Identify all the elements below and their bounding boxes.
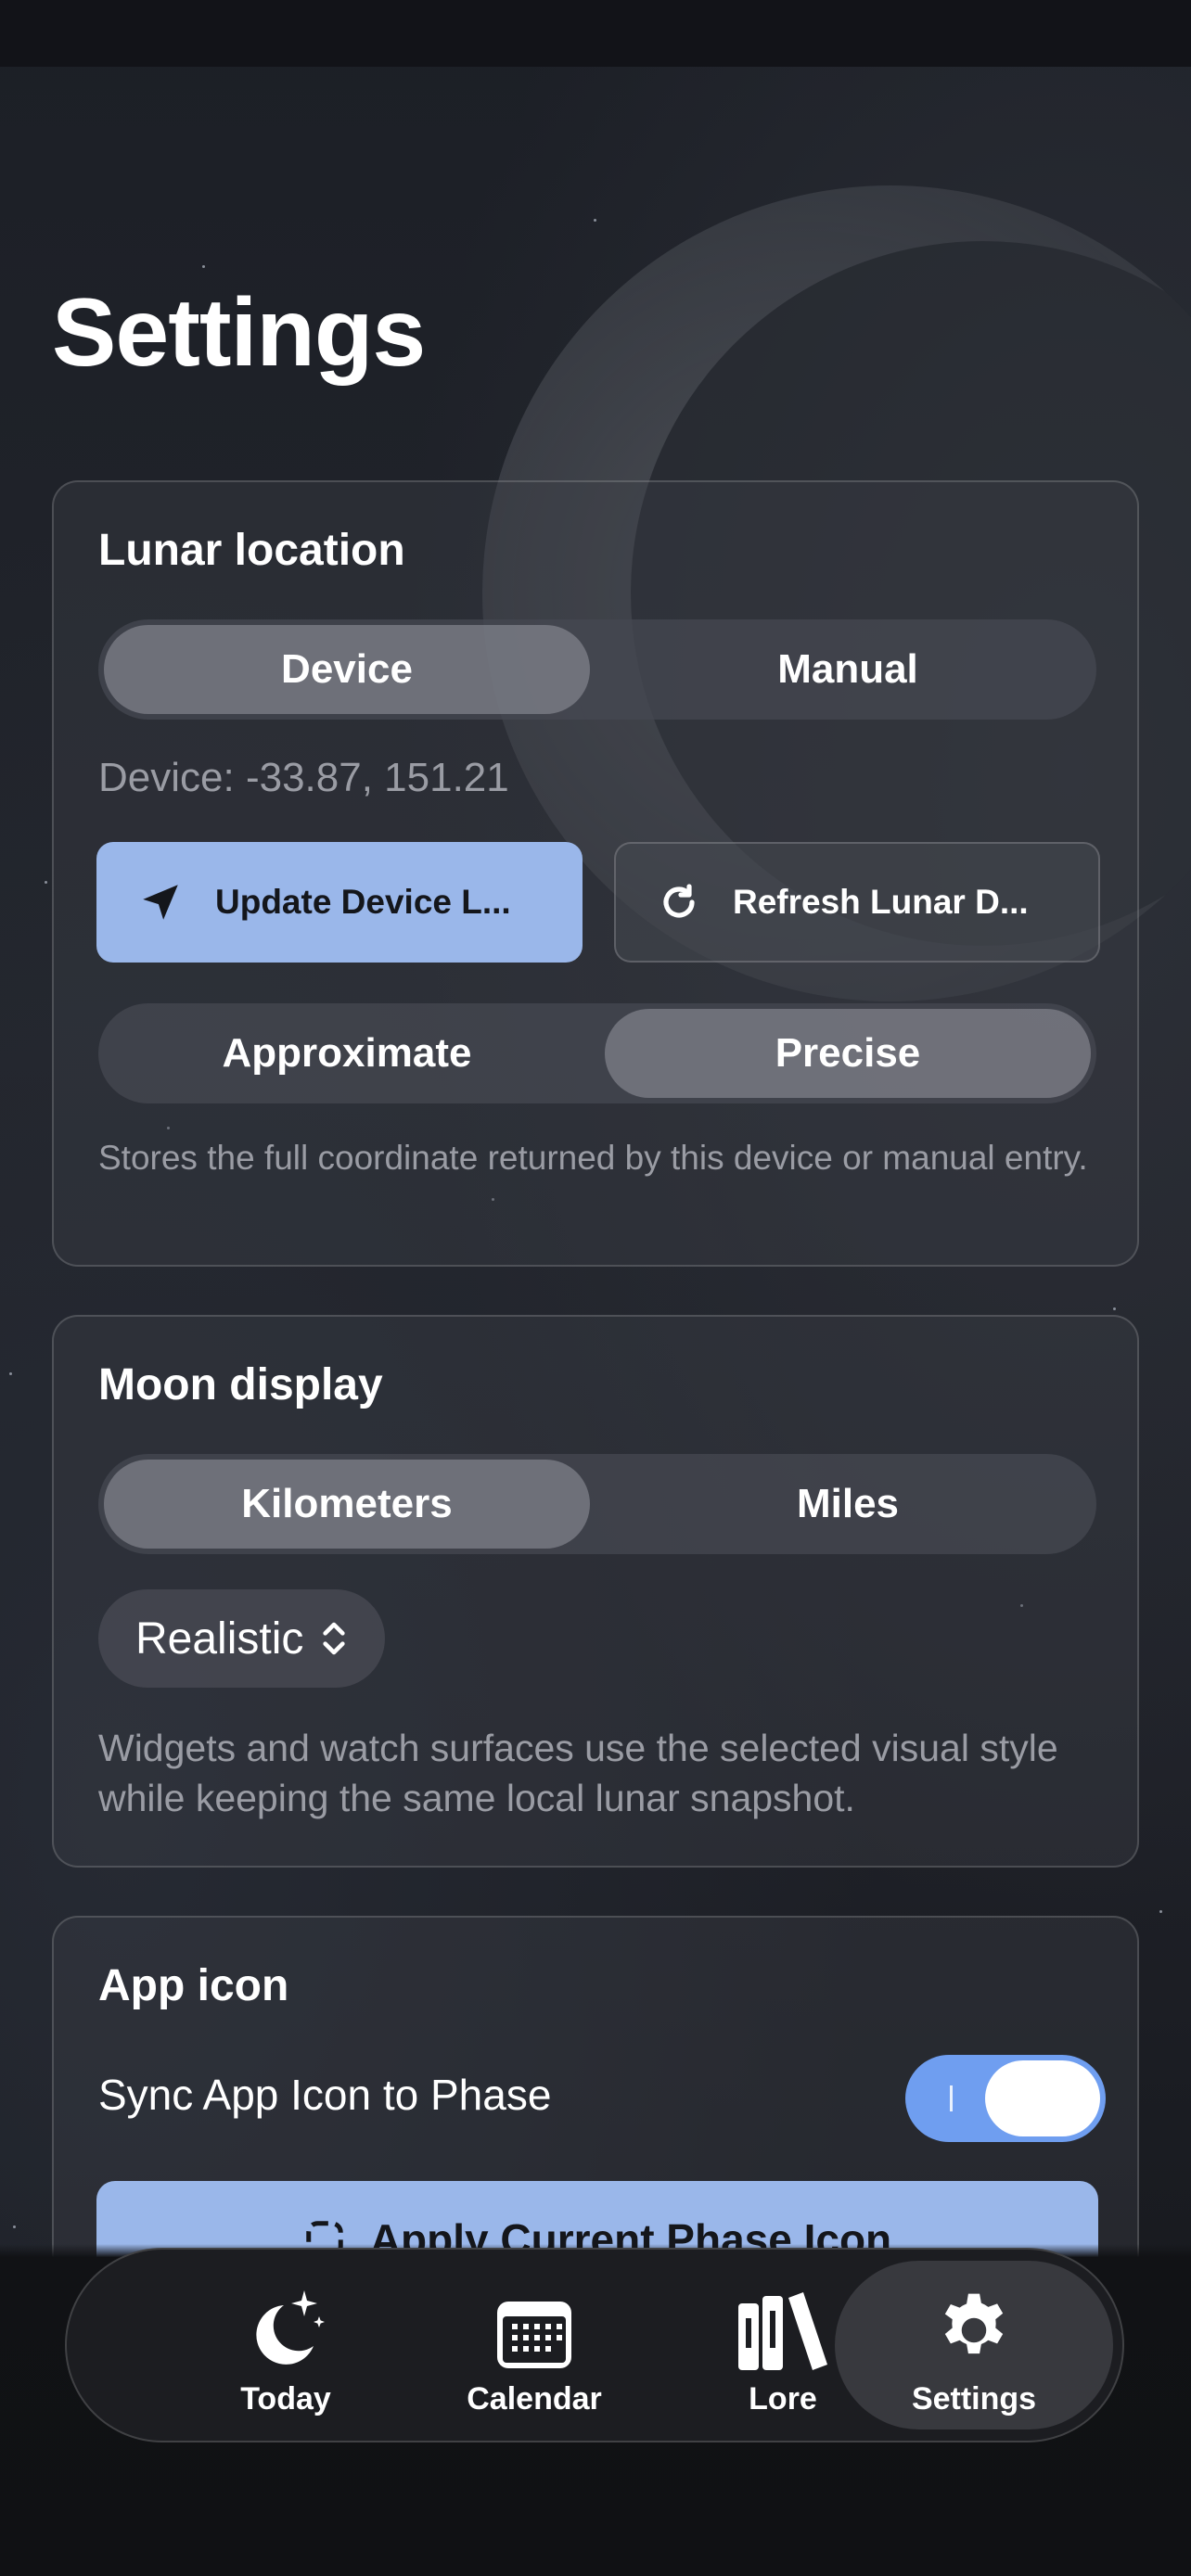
moon-stars-icon <box>256 2290 325 2365</box>
segment-miles[interactable]: Miles <box>605 1460 1091 1549</box>
location-arrow-icon <box>143 885 178 920</box>
tab-today[interactable]: Today <box>165 2261 406 2429</box>
tab-today-label: Today <box>240 2381 331 2417</box>
tab-lore-label: Lore <box>749 2381 817 2417</box>
update-device-location-label: Update Device L... <box>215 883 511 921</box>
segment-kilometers[interactable]: Kilometers <box>104 1460 590 1549</box>
lunar-location-title: Lunar location <box>98 526 405 575</box>
sync-app-icon-toggle[interactable] <box>905 2055 1106 2142</box>
segment-device[interactable]: Device <box>104 625 590 714</box>
tab-bar: Today Calendar Lore Settings <box>65 2248 1124 2442</box>
precision-segmented-control: Approximate Precise <box>98 1003 1096 1103</box>
tab-settings[interactable]: Settings <box>835 2261 1113 2429</box>
moon-style-picker[interactable]: Realistic <box>98 1589 386 1688</box>
app-icon-title: App icon <box>98 1961 289 2010</box>
moon-display-note: Widgets and watch surfaces use the selec… <box>98 1727 1058 1819</box>
tab-calendar[interactable]: Calendar <box>414 2261 655 2429</box>
refresh-icon <box>663 884 695 918</box>
tab-settings-label: Settings <box>911 2381 1037 2417</box>
tab-calendar-label: Calendar <box>467 2381 602 2417</box>
toggle-knob <box>985 2060 1100 2136</box>
lunar-location-card: Lunar location Device Manual Device: -33… <box>52 480 1139 1267</box>
page-title: Settings <box>52 279 426 387</box>
location-source-segmented-control: Device Manual <box>98 619 1096 720</box>
update-device-location-button[interactable]: Update Device L... <box>96 842 583 963</box>
segment-approximate[interactable]: Approximate <box>104 1009 590 1098</box>
calendar-icon <box>497 2302 571 2368</box>
refresh-lunar-data-button[interactable]: Refresh Lunar D... <box>614 842 1100 963</box>
chevron-up-down-icon <box>323 1622 346 1655</box>
distance-unit-segmented-control: Kilometers Miles <box>98 1454 1096 1554</box>
gear-icon <box>944 2293 1004 2354</box>
device-coordinates: Device: -33.87, 151.21 <box>98 755 509 800</box>
refresh-lunar-data-label: Refresh Lunar D... <box>733 883 1029 921</box>
toggle-on-indicator <box>950 2085 953 2111</box>
moon-display-card: Moon display Kilometers Miles Realistic … <box>52 1315 1139 1868</box>
sync-app-icon-label: Sync App Icon to Phase <box>98 2071 552 2119</box>
segment-precise[interactable]: Precise <box>605 1009 1091 1098</box>
books-icon <box>738 2292 827 2370</box>
segment-manual[interactable]: Manual <box>605 625 1091 714</box>
moon-display-title: Moon display <box>98 1360 383 1409</box>
moon-style-value: Realistic <box>135 1613 304 1664</box>
location-note: Stores the full coordinate returned by t… <box>98 1139 1088 1177</box>
